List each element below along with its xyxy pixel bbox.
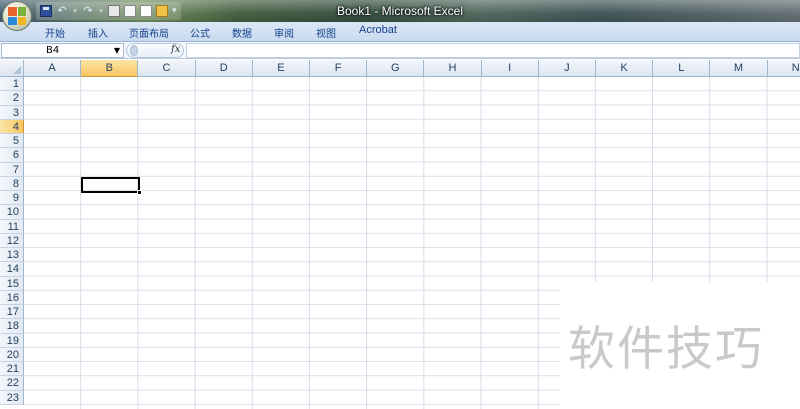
row-header[interactable]: 4 [0, 119, 24, 134]
column-header[interactable]: M [710, 60, 768, 77]
row-header[interactable]: 8 [0, 176, 24, 191]
column-header[interactable]: C [138, 60, 196, 77]
open-folder-icon[interactable] [156, 5, 168, 17]
ribbon-tab-bar: 开始 插入 页面布局 公式 数据 审阅 视图 Acrobat [0, 22, 800, 42]
row-header[interactable]: 22 [0, 376, 24, 391]
active-cell[interactable] [81, 177, 142, 195]
formula-input[interactable] [186, 43, 800, 58]
insert-function-icon[interactable]: fx [171, 44, 180, 55]
quick-access-toolbar: ↶ ▾ ↷ ▾ ▾ [36, 2, 181, 20]
name-box[interactable]: B4 ▼ [1, 43, 124, 58]
name-box-value: B4 [46, 45, 60, 56]
row-header[interactable]: 14 [0, 262, 24, 277]
row-header[interactable]: 3 [0, 105, 24, 120]
print-preview-icon[interactable] [124, 5, 136, 17]
column-header[interactable]: D [195, 60, 253, 77]
row-header[interactable]: 20 [0, 347, 24, 362]
row-header[interactable]: 13 [0, 248, 24, 263]
row-header[interactable]: 18 [0, 319, 24, 334]
new-document-icon[interactable] [140, 5, 152, 17]
column-header[interactable]: L [653, 60, 711, 77]
resize-grip-icon[interactable] [130, 45, 138, 56]
row-header[interactable]: 9 [0, 191, 24, 206]
row-header[interactable]: 2 [0, 91, 24, 106]
tab-acrobat[interactable]: Acrobat [359, 24, 397, 36]
row-header[interactable]: 23 [0, 390, 24, 405]
customize-icon[interactable]: ▾ [172, 6, 177, 16]
row-header[interactable]: 1 [0, 77, 24, 92]
column-header[interactable]: I [481, 60, 539, 77]
row-header[interactable]: 21 [0, 362, 24, 377]
column-header[interactable]: G [367, 60, 425, 77]
column-header[interactable]: B [81, 60, 139, 77]
redo-dropdown-icon[interactable]: ▾ [98, 7, 104, 15]
watermark: 软件技巧 [560, 282, 800, 409]
column-header[interactable]: A [24, 60, 82, 77]
column-header[interactable]: F [310, 60, 368, 77]
save-icon[interactable] [40, 5, 52, 17]
watermark-text: 软件技巧 [568, 322, 764, 377]
formula-bar: B4 ▼ fx [0, 42, 800, 59]
column-header[interactable]: J [538, 60, 596, 77]
print-icon[interactable] [108, 5, 120, 17]
formula-controls: fx [126, 43, 184, 58]
column-header[interactable]: H [424, 60, 482, 77]
row-header[interactable]: 15 [0, 276, 24, 291]
row-header[interactable]: 6 [0, 148, 24, 163]
tab-view[interactable]: 视图 [316, 25, 336, 40]
redo-icon[interactable]: ↷ [82, 5, 94, 17]
row-header[interactable]: 12 [0, 233, 24, 248]
row-header[interactable]: 5 [0, 134, 24, 149]
chevron-down-icon[interactable]: ▼ [114, 44, 120, 57]
office-logo-icon [8, 7, 26, 25]
select-all-button[interactable] [0, 60, 24, 77]
column-header[interactable]: N [767, 60, 800, 77]
row-header[interactable]: 16 [0, 290, 24, 305]
tab-home[interactable]: 开始 [45, 25, 65, 40]
tab-review[interactable]: 审阅 [274, 25, 294, 40]
undo-icon[interactable]: ↶ [56, 5, 68, 17]
row-header[interactable]: 7 [0, 162, 24, 177]
tab-insert[interactable]: 插入 [88, 25, 108, 40]
office-button[interactable] [2, 1, 32, 31]
row-header[interactable]: 10 [0, 205, 24, 220]
row-header[interactable]: 19 [0, 333, 24, 348]
tab-data[interactable]: 数据 [232, 25, 252, 40]
fill-handle[interactable] [137, 190, 142, 195]
row-header[interactable]: 17 [0, 305, 24, 320]
undo-dropdown-icon[interactable]: ▾ [72, 7, 78, 15]
tab-page-layout[interactable]: 页面布局 [129, 25, 169, 40]
tab-formulas[interactable]: 公式 [190, 25, 210, 40]
column-header[interactable]: K [596, 60, 654, 77]
row-header[interactable]: 11 [0, 219, 24, 234]
column-header[interactable]: E [252, 60, 310, 77]
